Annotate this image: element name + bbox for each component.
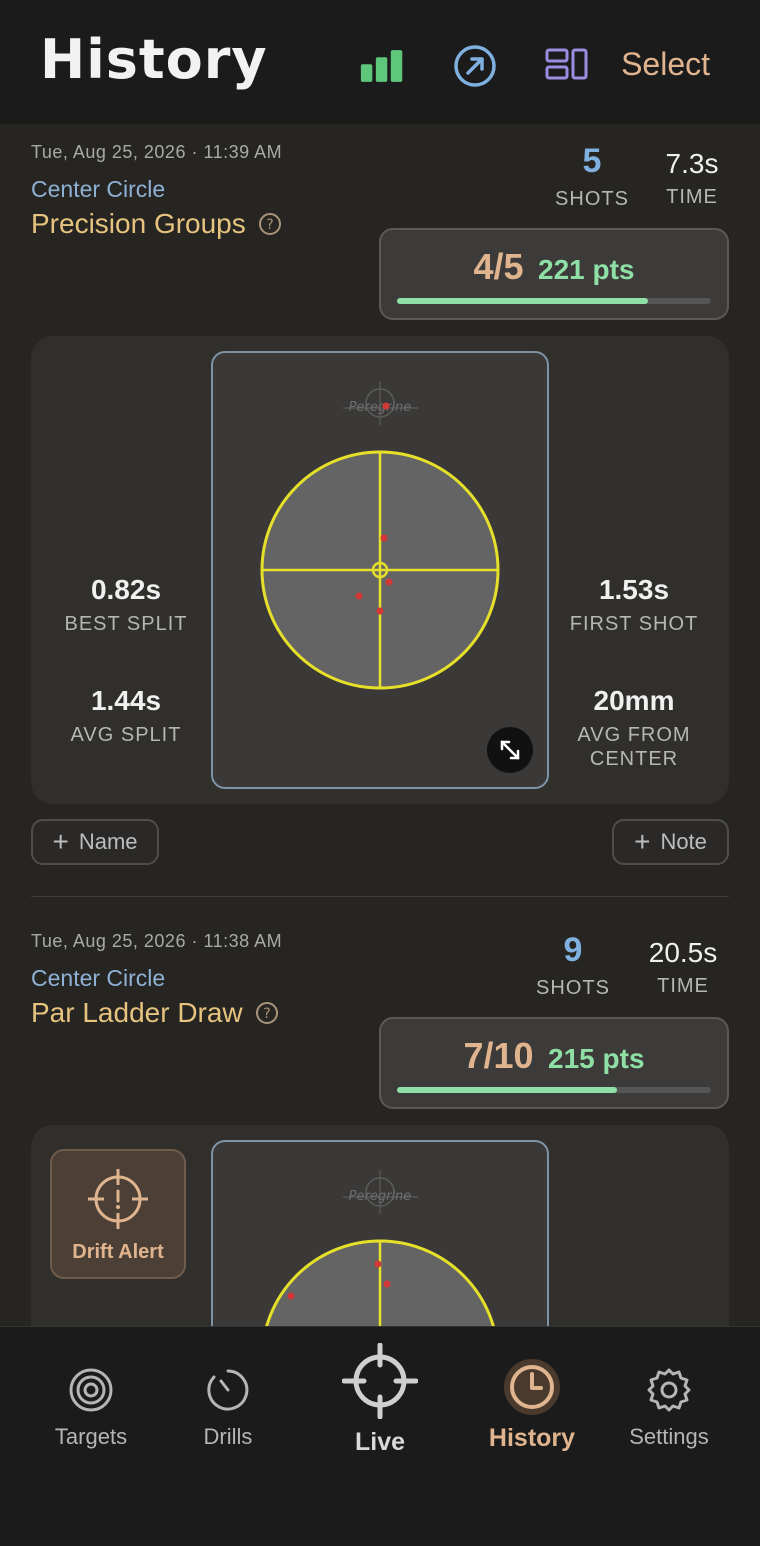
shot-mark: [380, 534, 388, 542]
first-shot-stat: 1.53s FIRST SHOT: [539, 574, 729, 636]
tab-label: Settings: [629, 1424, 709, 1449]
add-name-label: Name: [78, 829, 138, 854]
avg-split-value: 1.44s: [90, 685, 162, 716]
avg-split-stat: 1.44s AVG SPLIT: [31, 685, 221, 747]
plus-icon: +: [52, 826, 69, 857]
drill-name-label: Precision Groups: [31, 208, 246, 239]
drift-alert-icon: [88, 1169, 148, 1229]
best-split-label: BEST SPLIT: [64, 613, 188, 635]
score-box: 4/5 221 pts: [379, 228, 729, 320]
shots-label: SHOTS: [536, 977, 610, 999]
watermark-text: Peregrine: [349, 1189, 412, 1204]
session-panel: 0.82s BEST SPLIT 1.44s AVG SPLIT 1.53s F…: [31, 336, 729, 804]
drill-name: Precision Groups ?: [31, 208, 282, 240]
shot-mark: [382, 402, 390, 410]
score-progress-fill: [397, 1087, 617, 1093]
score-progress: [397, 298, 711, 304]
target-name: Center Circle: [31, 176, 166, 202]
shot-mark: [374, 1260, 382, 1268]
time-label: TIME: [666, 186, 718, 208]
target-image[interactable]: Peregrine: [211, 1140, 549, 1326]
help-icon[interactable]: ?: [258, 212, 282, 236]
svg-text:?: ?: [266, 217, 273, 233]
tab-history[interactable]: History: [478, 1357, 586, 1453]
score-progress: [397, 1087, 711, 1093]
score-box: 7/10 215 pts: [379, 1017, 729, 1109]
score-progress-fill: [397, 298, 649, 304]
add-note-label: Note: [660, 829, 707, 854]
tab-live[interactable]: Live: [330, 1342, 430, 1457]
first-shot-label: FIRST SHOT: [569, 613, 699, 635]
score-fraction: 4/5: [473, 246, 524, 287]
session-divider: [31, 896, 729, 897]
clock-icon: [504, 1359, 560, 1415]
shot-mark: [355, 592, 363, 600]
tab-targets[interactable]: Targets: [40, 1367, 142, 1450]
target-svg: Peregrine: [265, 1170, 495, 1326]
shots-count: 9: [563, 931, 583, 969]
time-label: TIME: [657, 975, 709, 997]
score-points: 215 pts: [548, 1043, 645, 1074]
select-button[interactable]: Select: [621, 46, 710, 83]
best-split-value: 0.82s: [90, 574, 162, 605]
avg-center-label: AVG FROM CENTER: [577, 724, 691, 770]
tab-label: Drills: [203, 1424, 253, 1449]
help-icon[interactable]: ?: [255, 1001, 279, 1025]
avg-center-value: 20mm: [593, 685, 675, 716]
time-value: 20.5s: [648, 937, 718, 968]
shot-mark: [385, 578, 393, 586]
best-split-stat: 0.82s BEST SPLIT: [31, 574, 221, 636]
shot-mark: [287, 1292, 295, 1300]
stopwatch-icon: [207, 1369, 249, 1411]
history-list[interactable]: Tue, Aug 25, 2026 · 11:39 AM Center Circ…: [0, 124, 760, 1326]
target-image[interactable]: Peregrine: [211, 351, 549, 789]
page-title: History: [40, 28, 268, 91]
session-panel: Drift Alert Peregrine: [31, 1125, 729, 1326]
time-value: 7.3s: [665, 148, 719, 179]
shots-count: 5: [582, 142, 602, 180]
score-points: 221 pts: [538, 254, 635, 285]
expand-icon: [500, 740, 520, 760]
tab-settings[interactable]: Settings: [618, 1367, 720, 1450]
tab-label: Targets: [54, 1424, 128, 1449]
shot-mark: [383, 1280, 391, 1288]
tab-label: Live: [354, 1428, 406, 1456]
avg-split-label: AVG SPLIT: [70, 724, 182, 746]
shot-mark: [376, 607, 384, 615]
svg-text:?: ?: [263, 1006, 270, 1022]
plus-icon: +: [634, 826, 651, 857]
add-name-button[interactable]: + Name: [31, 819, 159, 865]
crosshair-icon: [341, 1342, 419, 1420]
tab-drills[interactable]: Drills: [180, 1367, 276, 1450]
shots-label: SHOTS: [555, 188, 629, 210]
target-rings-icon: [69, 1368, 113, 1412]
bar-chart-icon[interactable]: [360, 44, 404, 88]
watermark-text: Peregrine: [349, 400, 412, 415]
layout-icon[interactable]: [545, 44, 589, 88]
avg-center-stat: 20mm AVG FROM CENTER: [539, 685, 729, 771]
watermark-logo: Peregrine: [343, 1170, 418, 1214]
gear-icon: [647, 1368, 691, 1412]
tab-bar: Targets Drills Live History Settings: [0, 1326, 760, 1546]
drift-alert-label: Drift Alert: [72, 1241, 164, 1263]
first-shot-value: 1.53s: [598, 574, 670, 605]
drill-name: Par Ladder Draw ?: [31, 997, 279, 1029]
share-arrow-icon[interactable]: [453, 44, 497, 88]
tab-label: History: [488, 1424, 576, 1452]
drift-alert-button[interactable]: Drift Alert: [50, 1149, 186, 1279]
header: History Select: [0, 0, 760, 124]
target-name: Center Circle: [31, 965, 166, 991]
add-note-button[interactable]: + Note: [612, 819, 729, 865]
score-fraction: 7/10: [463, 1035, 534, 1076]
session-date: Tue, Aug 25, 2026 · 11:39 AM: [31, 142, 283, 162]
expand-button[interactable]: [487, 727, 533, 773]
target-svg: Peregrine: [260, 381, 500, 690]
watermark-logo: Peregrine: [343, 381, 418, 425]
session-date: Tue, Aug 25, 2026 · 11:38 AM: [31, 931, 283, 951]
drill-name-label: Par Ladder Draw: [31, 997, 243, 1028]
